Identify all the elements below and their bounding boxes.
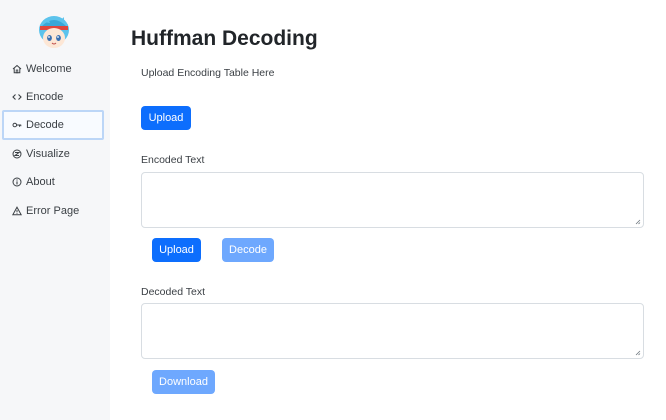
sidebar-item-decode[interactable]: Decode (2, 110, 104, 140)
encoded-upload-button[interactable]: Upload (152, 238, 201, 262)
main-content: Huffman Decoding Upload Encoding Table H… (110, 0, 666, 420)
decode-button[interactable]: Decode (222, 238, 274, 262)
page-title: Huffman Decoding (131, 27, 318, 50)
sidebar-item-about[interactable]: About (2, 167, 104, 197)
sidebar-item-label: Encode (26, 91, 64, 103)
sidebar-item-label: Error Page (26, 205, 80, 217)
encoded-text-area[interactable] (141, 172, 644, 228)
sidebar-item-label: Decode (26, 119, 64, 131)
encoded-text-label: Encoded Text (141, 154, 205, 166)
upload-table-label: Upload Encoding Table Here (141, 67, 275, 79)
sidebar-item-visualize[interactable]: Visualize (2, 139, 104, 169)
key-icon (12, 120, 22, 130)
home-icon (12, 64, 22, 74)
resize-grip-icon[interactable] (635, 350, 641, 356)
decoded-text-area[interactable] (141, 303, 644, 359)
sidebar-item-label: About (26, 176, 55, 188)
sidebar: Welcome Encode Decode Visualize About Er… (0, 0, 110, 420)
sidebar-item-welcome[interactable]: Welcome (2, 54, 104, 84)
info-icon (12, 177, 22, 187)
resize-grip-icon[interactable] (635, 219, 641, 225)
sidebar-item-encode[interactable]: Encode (2, 82, 104, 112)
avatar-logo (34, 12, 74, 52)
visualize-icon (12, 149, 22, 159)
sidebar-item-label: Welcome (26, 63, 72, 75)
upload-table-button[interactable]: Upload (141, 106, 191, 130)
warning-icon (12, 206, 22, 216)
download-button[interactable]: Download (152, 370, 215, 394)
sidebar-item-error-page[interactable]: Error Page (2, 196, 104, 226)
code-icon (12, 92, 22, 102)
decoded-text-label: Decoded Text (141, 286, 206, 298)
sidebar-item-label: Visualize (26, 148, 70, 160)
